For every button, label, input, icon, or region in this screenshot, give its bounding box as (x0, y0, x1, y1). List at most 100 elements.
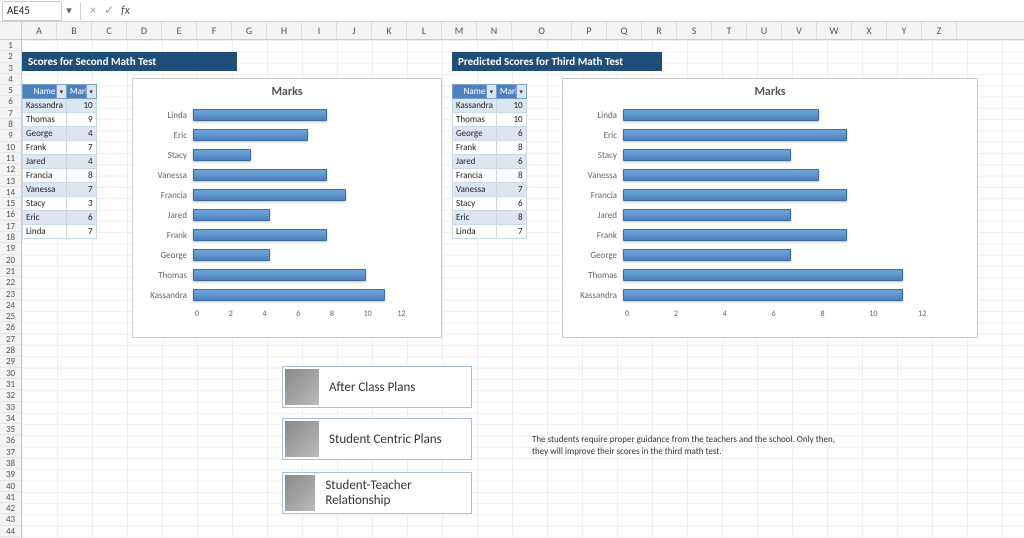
filter-icon[interactable]: ▾ (56, 85, 66, 98)
table-row[interactable]: Stacy3 (23, 197, 97, 211)
cell-marks[interactable]: 8 (66, 169, 96, 183)
column-header[interactable]: N (477, 22, 512, 39)
row-header[interactable]: 16 (0, 209, 21, 220)
row-header[interactable]: 29 (0, 356, 21, 367)
row-header[interactable]: 1 (0, 40, 21, 51)
filter-icon[interactable]: ▾ (516, 85, 526, 98)
cell-marks[interactable]: 7 (496, 183, 526, 197)
select-all-corner[interactable] (0, 22, 22, 39)
table-row[interactable]: Linda7 (453, 225, 527, 239)
table-row[interactable]: Kassandra10 (23, 99, 97, 113)
table-row[interactable]: Linda7 (23, 225, 97, 239)
row-header[interactable]: 19 (0, 243, 21, 254)
column-header[interactable]: A (22, 22, 57, 39)
row-header[interactable]: 4 (0, 74, 21, 85)
table-header[interactable]: Marks▾ (496, 85, 526, 99)
fx-icon[interactable]: fx (121, 4, 130, 18)
cell-marks[interactable]: 7 (66, 183, 96, 197)
row-header[interactable]: 38 (0, 458, 21, 469)
cell-name[interactable]: Linda (453, 225, 497, 239)
cell-name[interactable]: Francia (23, 169, 67, 183)
table-row[interactable]: Thomas9 (23, 113, 97, 127)
card-student-centric[interactable]: Student Centric Plans (282, 418, 472, 460)
name-box-dropdown[interactable]: ▾ (62, 4, 76, 17)
column-header[interactable]: Y (887, 22, 922, 39)
cell-marks[interactable]: 10 (496, 99, 526, 113)
table-header[interactable]: Name▾ (453, 85, 497, 99)
cell-marks[interactable]: 8 (496, 211, 526, 225)
cell-marks[interactable]: 6 (66, 211, 96, 225)
confirm-formula-button[interactable]: ✓ (101, 3, 117, 18)
cell-name[interactable]: Linda (23, 225, 67, 239)
row-header[interactable]: 6 (0, 96, 21, 107)
row-header[interactable]: 15 (0, 198, 21, 209)
cell-name[interactable]: Eric (453, 211, 497, 225)
cell-marks[interactable]: 9 (66, 113, 96, 127)
row-header[interactable]: 25 (0, 311, 21, 322)
row-header[interactable]: 33 (0, 402, 21, 413)
row-header[interactable]: 9 (0, 130, 21, 141)
cell-name[interactable]: Frank (453, 141, 497, 155)
column-header[interactable]: D (127, 22, 162, 39)
row-header[interactable]: 23 (0, 289, 21, 300)
table-row[interactable]: Eric8 (453, 211, 527, 225)
formula-input[interactable] (134, 0, 1024, 21)
cell-marks[interactable]: 4 (66, 127, 96, 141)
column-header[interactable]: O (512, 22, 572, 39)
column-header[interactable]: Q (607, 22, 642, 39)
left-chart[interactable]: Marks LindaEricStacyVanessaFranciaJaredF… (132, 78, 442, 338)
cell-marks[interactable]: 3 (66, 197, 96, 211)
cancel-formula-button[interactable]: × (85, 4, 101, 18)
row-header[interactable]: 31 (0, 379, 21, 390)
row-header[interactable]: 30 (0, 368, 21, 379)
column-header[interactable]: B (57, 22, 92, 39)
filter-icon[interactable]: ▾ (86, 85, 96, 98)
cell-name[interactable]: Eric (23, 211, 67, 225)
table-row[interactable]: Francia8 (453, 169, 527, 183)
name-box[interactable]: AE45 (2, 1, 62, 21)
column-header[interactable]: K (372, 22, 407, 39)
cell-name[interactable]: Stacy (453, 197, 497, 211)
column-header[interactable]: C (92, 22, 127, 39)
row-header[interactable]: 43 (0, 514, 21, 525)
row-header[interactable]: 20 (0, 255, 21, 266)
table-header[interactable]: Marks▾ (66, 85, 96, 99)
row-header[interactable]: 22 (0, 277, 21, 288)
column-header[interactable]: G (232, 22, 267, 39)
row-header[interactable]: 36 (0, 435, 21, 446)
row-header[interactable]: 40 (0, 481, 21, 492)
cell-grid[interactable]: Scores for Second Math Test Predicted Sc… (22, 40, 1024, 538)
column-header[interactable]: W (817, 22, 852, 39)
table-row[interactable]: Eric6 (23, 211, 97, 225)
cell-name[interactable]: George (453, 127, 497, 141)
row-header[interactable]: 35 (0, 424, 21, 435)
table-row[interactable]: George6 (453, 127, 527, 141)
cell-name[interactable]: Stacy (23, 197, 67, 211)
table-row[interactable]: Frank8 (453, 141, 527, 155)
row-header[interactable]: 34 (0, 413, 21, 424)
row-header[interactable]: 8 (0, 119, 21, 130)
filter-icon[interactable]: ▾ (486, 85, 496, 98)
table-row[interactable]: Vanessa7 (453, 183, 527, 197)
cell-name[interactable]: Kassandra (23, 99, 67, 113)
cell-marks[interactable]: 8 (496, 169, 526, 183)
cell-marks[interactable]: 7 (66, 141, 96, 155)
row-header[interactable]: 37 (0, 447, 21, 458)
cell-marks[interactable]: 10 (496, 113, 526, 127)
row-header[interactable]: 28 (0, 345, 21, 356)
table-row[interactable]: Kassandra10 (453, 99, 527, 113)
row-header[interactable]: 14 (0, 187, 21, 198)
column-header[interactable]: U (747, 22, 782, 39)
table-row[interactable]: Vanessa7 (23, 183, 97, 197)
table-row[interactable]: Francia8 (23, 169, 97, 183)
cell-marks[interactable]: 6 (496, 197, 526, 211)
row-header[interactable]: 41 (0, 492, 21, 503)
column-header[interactable]: T (712, 22, 747, 39)
column-header[interactable]: V (782, 22, 817, 39)
cell-name[interactable]: George (23, 127, 67, 141)
row-header[interactable]: 3 (0, 63, 21, 74)
column-header[interactable]: F (197, 22, 232, 39)
row-header[interactable]: 44 (0, 526, 21, 537)
table-header[interactable]: Name▾ (23, 85, 67, 99)
cell-name[interactable]: Francia (453, 169, 497, 183)
